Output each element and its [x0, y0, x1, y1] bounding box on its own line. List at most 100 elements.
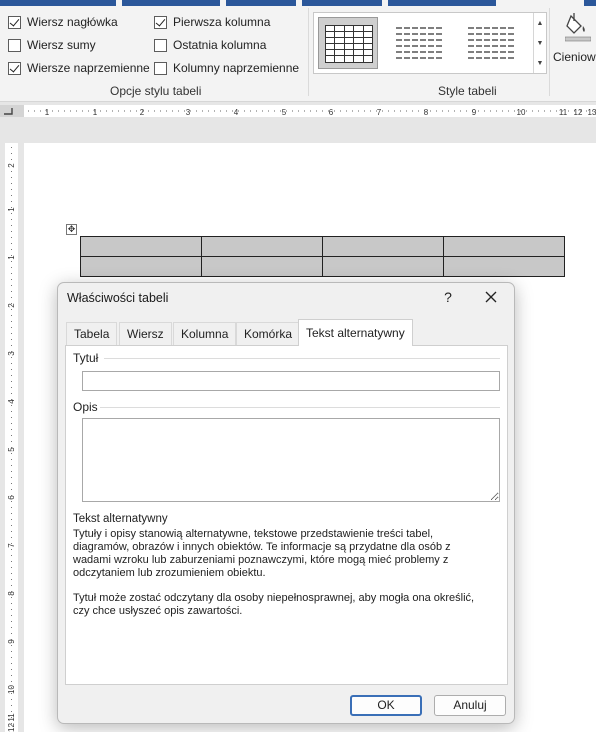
ruler-tick [478, 110, 479, 112]
ruler-tick [490, 110, 491, 112]
gallery-scroll-down-icon[interactable]: ▼ [533, 33, 546, 53]
ribbon-tab-slot [388, 0, 496, 6]
close-icon[interactable] [481, 287, 501, 307]
total-row-option[interactable]: Wiersz sumy [8, 36, 96, 54]
ruler-tick [11, 177, 12, 178]
section-divider [104, 358, 500, 359]
table-cell[interactable] [443, 256, 565, 277]
table-style-light-thumbnail[interactable] [462, 17, 522, 69]
tab-row[interactable]: Wiersz [119, 322, 172, 345]
ruler-tick [11, 207, 12, 208]
ruler-tick [11, 219, 12, 220]
ruler-tick [11, 489, 12, 490]
ruler-tick [11, 327, 12, 328]
banded-rows-checkbox[interactable] [8, 61, 21, 75]
first-column-checkbox[interactable] [154, 15, 167, 29]
shading-button[interactable]: Cieniow [551, 10, 596, 80]
last-column-checkbox[interactable] [154, 38, 167, 52]
tab-alt-text[interactable]: Tekst alternatywny [298, 319, 413, 346]
ok-button[interactable]: OK [350, 695, 422, 716]
help-line: czy chce usłyszeć opis zawartości. [73, 605, 243, 617]
ruler-number: 12 [574, 108, 583, 117]
ruler-tick [11, 651, 12, 652]
banded-columns-checkbox[interactable] [154, 61, 167, 75]
help-line: odczytaniem lub zrozumieniem obiektu. [73, 567, 266, 579]
tab-column[interactable]: Kolumna [173, 322, 237, 345]
ruler-tick [11, 303, 12, 304]
ruler-tick [11, 693, 12, 694]
ruler-tick [11, 465, 12, 466]
ruler-tick [40, 110, 41, 112]
ruler-tick [11, 471, 12, 472]
ruler-number: 2 [7, 303, 16, 308]
description-textarea[interactable] [82, 418, 500, 502]
ruler-tick [11, 333, 12, 334]
total-row-checkbox[interactable] [8, 38, 21, 52]
total-row-label: Wiersz sumy [27, 38, 96, 52]
document-table[interactable] [80, 236, 565, 277]
ruler-tick [11, 237, 12, 238]
ruler-tick [76, 110, 77, 112]
ruler-tick [11, 645, 12, 646]
ruler-tick [11, 363, 12, 364]
gallery-more-icon[interactable]: ▼ [533, 53, 546, 73]
title-field-label: Tytuł [73, 351, 99, 365]
cancel-button[interactable]: Anuluj [434, 695, 506, 716]
ruler-tick [370, 110, 371, 112]
ruler-number: 3 [7, 351, 16, 356]
ruler-tick [11, 201, 12, 202]
ruler-tick [11, 621, 12, 622]
last-column-option[interactable]: Ostatnia kolumna [154, 36, 266, 54]
ruler-tick [11, 705, 12, 706]
table-row [80, 256, 565, 277]
ribbon-tab-slot [226, 0, 296, 6]
table-cell[interactable] [201, 256, 323, 277]
tab-cell[interactable]: Komórka [236, 322, 301, 345]
table-move-handle-icon[interactable]: ✥ [66, 224, 77, 235]
header-row-option[interactable]: Wiersz nagłówka [8, 13, 118, 31]
banded-columns-option[interactable]: Kolumny naprzemienne [154, 59, 299, 77]
title-input[interactable] [82, 371, 500, 391]
first-column-option[interactable]: Pierwsza kolumna [154, 13, 270, 31]
help-icon[interactable]: ? [438, 287, 458, 307]
ruler-tick [244, 110, 245, 112]
table-style-plain-thumbnail[interactable] [390, 17, 450, 69]
first-column-label: Pierwsza kolumna [173, 15, 271, 29]
ruler-tick [11, 267, 12, 268]
table-cell[interactable] [80, 256, 202, 277]
table-cell[interactable] [322, 256, 444, 277]
ruler-tick [11, 537, 12, 538]
table-cell[interactable] [201, 236, 323, 257]
ruler-tick [124, 110, 125, 112]
ruler-tick [11, 315, 12, 316]
ruler-tick [11, 681, 12, 682]
ruler-tick [11, 147, 12, 148]
ruler-tick [11, 501, 12, 502]
table-style-grid-thumbnail[interactable] [318, 17, 378, 69]
ruler-number: 7 [7, 543, 16, 548]
table-cell[interactable] [443, 236, 565, 257]
ruler-tick [11, 591, 12, 592]
banded-rows-option[interactable]: Wiersze naprzemienne [8, 59, 150, 77]
description-field-label: Opis [73, 400, 98, 414]
ruler-tick [274, 110, 275, 112]
ruler-tick [11, 195, 12, 196]
header-row-checkbox[interactable] [8, 15, 21, 29]
paint-bucket-icon [565, 13, 591, 42]
table-cell[interactable] [80, 236, 202, 257]
ruler-tick [532, 110, 533, 112]
ruler-tick [11, 405, 12, 406]
ruler-tick [11, 255, 12, 256]
ruler-tick [136, 110, 137, 112]
ruler-tick [88, 110, 89, 112]
ruler-number: 5 [7, 447, 16, 452]
ruler-number: 13 [588, 108, 596, 117]
ribbon-tab-slot [302, 0, 382, 6]
ruler-tick [256, 110, 257, 112]
table-cell[interactable] [322, 236, 444, 257]
ruler-number: 1 [7, 255, 16, 260]
gallery-scroll-up-icon[interactable]: ▲ [533, 13, 546, 33]
table-styles-group-label: Style tabeli [438, 84, 497, 98]
tab-table[interactable]: Tabela [66, 322, 118, 345]
ruler-tick [11, 633, 12, 634]
